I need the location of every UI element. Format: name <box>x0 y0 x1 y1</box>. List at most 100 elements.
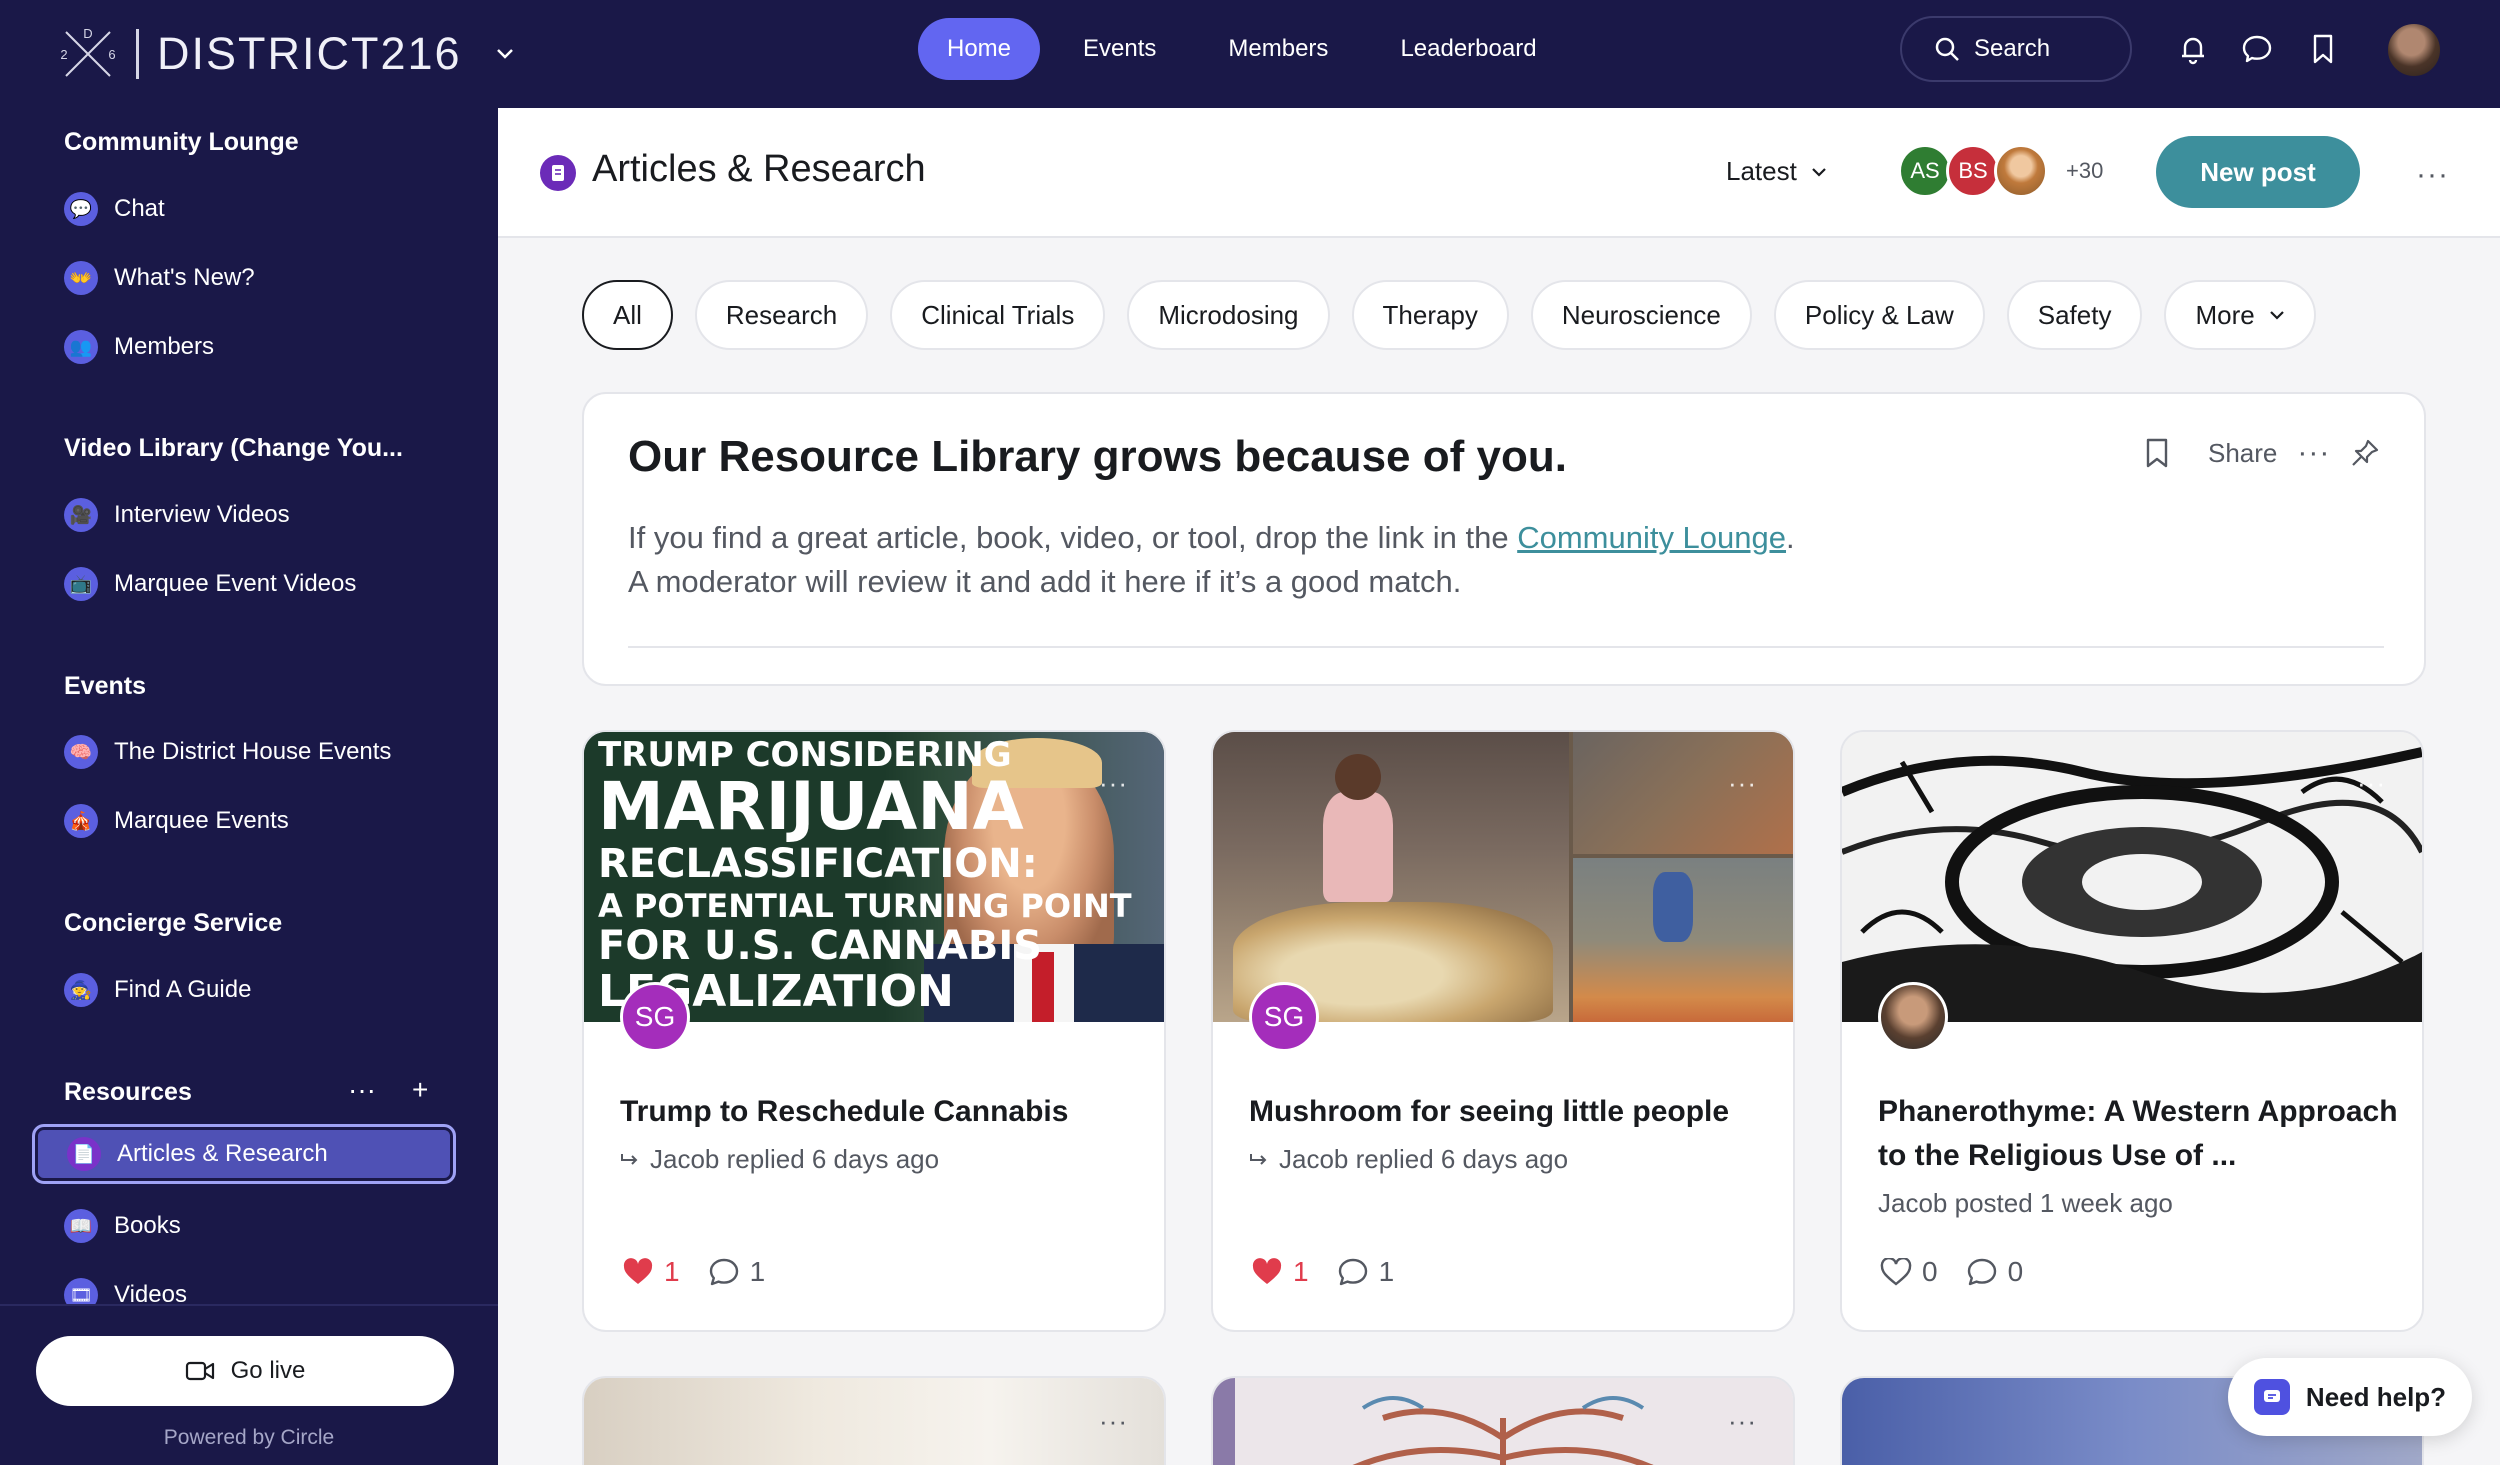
sidebar-item-district-house-events[interactable]: 🧠 The District House Events <box>32 722 456 782</box>
heart-filled-icon <box>1252 1258 1282 1284</box>
post-card[interactable]: ··· Phanerothyme: A Western Approach to … <box>1840 730 2424 1332</box>
chat-icon <box>2253 1379 2290 1415</box>
filter-more-label: More <box>2195 299 2255 330</box>
search-button[interactable]: Search <box>1900 16 2132 82</box>
bell-icon[interactable] <box>2176 32 2210 66</box>
comment-icon <box>1338 1258 1367 1286</box>
comment-button[interactable]: 1 <box>1337 1256 1394 1288</box>
filter-safety[interactable]: Safety <box>2006 280 2143 350</box>
svg-text:6: 6 <box>108 47 115 62</box>
more-options-icon[interactable]: ··· <box>1728 1406 1757 1437</box>
like-button[interactable]: 1 <box>1251 1256 1309 1288</box>
sidebar-heading-video-library[interactable]: Video Library (Change You... <box>64 434 403 463</box>
sidebar-item-label: Marquee Events <box>114 807 289 834</box>
sidebar-item-marquee-events[interactable]: 🎪 Marquee Events <box>32 791 456 851</box>
add-icon[interactable]: + <box>412 1074 428 1106</box>
nav-events[interactable]: Events <box>1054 18 1185 80</box>
nav-home[interactable]: Home <box>918 18 1041 80</box>
bookmark-icon[interactable] <box>2306 32 2340 66</box>
brand-divider <box>136 29 139 79</box>
post-card[interactable]: ··· <box>1211 1376 1795 1465</box>
cover-text: RECLASSIFICATION: <box>598 841 1038 887</box>
post-card[interactable]: ··· <box>582 1376 1166 1465</box>
bookmark-icon[interactable] <box>2144 437 2170 469</box>
post-cover-image[interactable]: ··· <box>1213 732 1793 1022</box>
more-options-icon[interactable]: ··· <box>2357 768 2386 799</box>
nav-leaderboard[interactable]: Leaderboard <box>1371 18 1565 80</box>
post-stats: 0 0 <box>1880 1256 2023 1288</box>
more-options-icon[interactable]: ··· <box>2416 158 2449 192</box>
post-cover-image[interactable] <box>1213 1378 1793 1465</box>
sidebar-heading-resources[interactable]: Resources <box>64 1078 192 1107</box>
comment-button[interactable]: 1 <box>708 1256 765 1288</box>
like-button[interactable]: 0 <box>1880 1256 1938 1288</box>
filter-clinical-trials[interactable]: Clinical Trials <box>890 280 1106 350</box>
sidebar-item-chat[interactable]: 💬 Chat <box>32 179 456 239</box>
need-help-button[interactable]: Need help? <box>2228 1358 2472 1436</box>
more-options-icon[interactable]: ··· <box>1099 1406 1128 1437</box>
filter-policy-law[interactable]: Policy & Law <box>1773 280 1985 350</box>
post-title[interactable]: Phanerothyme: A Western Approach to the … <box>1878 1090 2398 1178</box>
chevron-down-icon <box>2269 311 2284 320</box>
post-cover-image[interactable]: TRUMP CONSIDERING MARIJUANA RECLASSIFICA… <box>584 732 1164 1022</box>
sidebar-item-articles-research[interactable]: 📄 Articles & Research <box>32 1124 456 1184</box>
sidebar-heading-concierge[interactable]: Concierge Service <box>64 909 282 938</box>
sidebar-item-find-a-guide[interactable]: 🧙 Find A Guide <box>32 960 456 1020</box>
post-card[interactable]: TRUMP CONSIDERING MARIJUANA RECLASSIFICA… <box>582 730 1166 1332</box>
post-title[interactable]: Trump to Reschedule Cannabis <box>620 1090 1140 1134</box>
nav-members[interactable]: Members <box>1199 18 1357 80</box>
author-avatar[interactable] <box>1878 982 1948 1052</box>
sidebar-item-members[interactable]: 👥 Members <box>32 317 456 377</box>
top-navigation: D 2 6 DISTRICT216 Home Events Members Le… <box>0 0 2500 108</box>
search-icon <box>1935 37 1959 61</box>
brand-logo[interactable]: D 2 6 DISTRICT216 <box>58 20 514 88</box>
author-avatar[interactable]: SG <box>620 982 690 1052</box>
sidebar-item-interview-videos[interactable]: 🎥 Interview Videos <box>32 485 456 545</box>
new-post-button[interactable]: New post <box>2156 136 2360 208</box>
post-cover-image[interactable] <box>584 1378 1164 1465</box>
like-count: 0 <box>1922 1256 1938 1287</box>
go-live-button[interactable]: Go live <box>36 1336 454 1406</box>
filter-neuroscience[interactable]: Neuroscience <box>1530 280 1752 350</box>
more-options-icon[interactable]: ··· <box>1099 768 1128 799</box>
brand-name: DISTRICT216 <box>157 28 462 79</box>
filter-more[interactable]: More <box>2164 280 2316 350</box>
heart-outline-icon <box>1880 1258 1912 1286</box>
sidebar-item-books[interactable]: 📖 Books <box>32 1196 456 1256</box>
pinned-post-title[interactable]: Our Resource Library grows because of yo… <box>628 432 1567 482</box>
user-avatar[interactable] <box>2386 22 2442 78</box>
document-icon <box>540 155 576 191</box>
cover-text: A POTENTIAL TURNING POINT <box>598 887 1132 925</box>
share-button[interactable]: Share <box>2208 438 2277 469</box>
sidebar-heading-events[interactable]: Events <box>64 672 146 701</box>
filter-research[interactable]: Research <box>694 280 869 350</box>
post-card[interactable]: ··· SG Mushroom for seeing little people… <box>1211 730 1795 1332</box>
post-cover-image[interactable]: ··· <box>1842 732 2422 1022</box>
people-icon: 👥 <box>64 330 98 364</box>
post-meta-text: Jacob posted 1 week ago <box>1878 1188 2173 1218</box>
avatar <box>1994 144 2048 198</box>
post-title[interactable]: Mushroom for seeing little people <box>1249 1090 1769 1134</box>
sidebar-item-whats-new[interactable]: 👐 What's New? <box>32 248 456 308</box>
chat-icon: 💬 <box>64 192 98 226</box>
sidebar-heading-community-lounge[interactable]: Community Lounge <box>64 128 299 157</box>
sort-dropdown[interactable]: Latest <box>1726 156 1827 187</box>
filter-all[interactable]: All <box>582 280 673 350</box>
more-options-icon[interactable]: ··· <box>2297 436 2330 470</box>
more-options-icon[interactable]: ··· <box>348 1074 376 1106</box>
pin-icon[interactable] <box>2350 438 2380 468</box>
author-avatar[interactable]: SG <box>1249 982 1319 1052</box>
sidebar-item-marquee-event-videos[interactable]: 📺 Marquee Event Videos <box>32 554 456 614</box>
powered-by-circle[interactable]: Powered by Circle <box>0 1426 498 1450</box>
comment-button[interactable]: 0 <box>1966 1256 2023 1288</box>
like-button[interactable]: 1 <box>622 1256 680 1288</box>
more-options-icon[interactable]: ··· <box>1728 768 1757 799</box>
pinned-text: A moderator will review it and add it he… <box>628 564 1462 599</box>
filter-therapy[interactable]: Therapy <box>1351 280 1509 350</box>
chevron-down-icon[interactable] <box>496 48 514 60</box>
community-lounge-link[interactable]: Community Lounge <box>1517 520 1786 555</box>
member-avatars[interactable]: AS BS +30 <box>1898 144 2103 198</box>
filter-microdosing[interactable]: Microdosing <box>1127 280 1330 350</box>
chat-bubble-icon[interactable] <box>2240 32 2274 66</box>
like-count: 1 <box>664 1256 680 1287</box>
